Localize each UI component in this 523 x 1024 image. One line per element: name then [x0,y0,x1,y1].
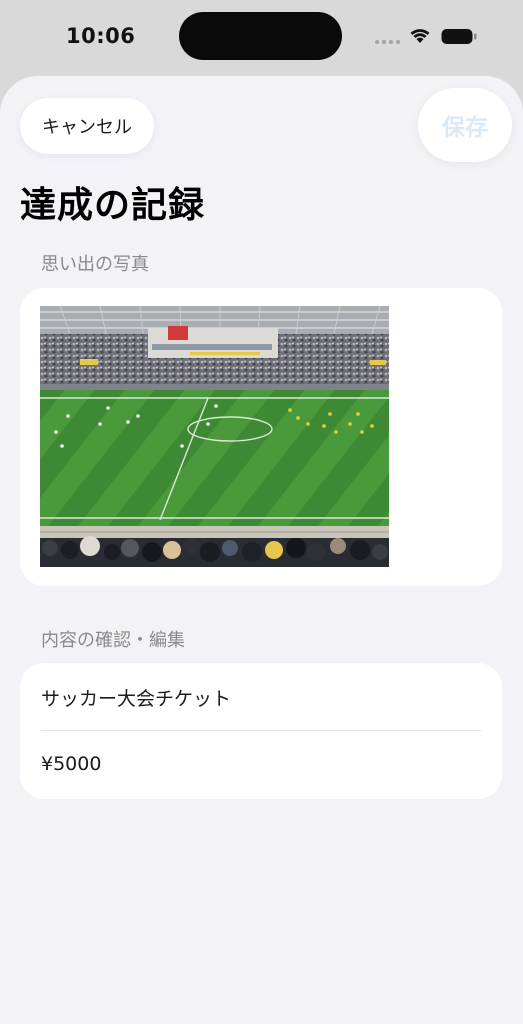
soccer-stadium-photo [40,306,389,567]
status-time: 10:06 [66,24,136,48]
photo-section-header: 思い出の写真 [41,254,149,275]
battery-icon [441,29,477,44]
wifi-icon [410,29,430,43]
title-field[interactable]: サッカー大会チケット [41,684,231,711]
save-button[interactable]: 保存 [418,88,512,162]
photo-card [20,288,502,586]
content-section-header: 内容の確認・編集 [41,630,185,651]
price-field[interactable]: ¥5000 [41,753,101,775]
memory-photo[interactable] [40,306,389,567]
content-card: サッカー大会チケット ¥5000 [20,663,502,799]
cancel-button[interactable]: キャンセル [20,98,154,154]
signal-icon [375,40,400,44]
divider [41,730,481,731]
record-sheet: キャンセル 保存 達成の記録 思い出の写真 内容の確認・編集 サッカー大会チケッ… [0,76,523,1024]
status-bar: 10:06 [0,0,523,76]
dynamic-island [179,12,342,60]
page-title: 達成の記録 [20,185,206,226]
